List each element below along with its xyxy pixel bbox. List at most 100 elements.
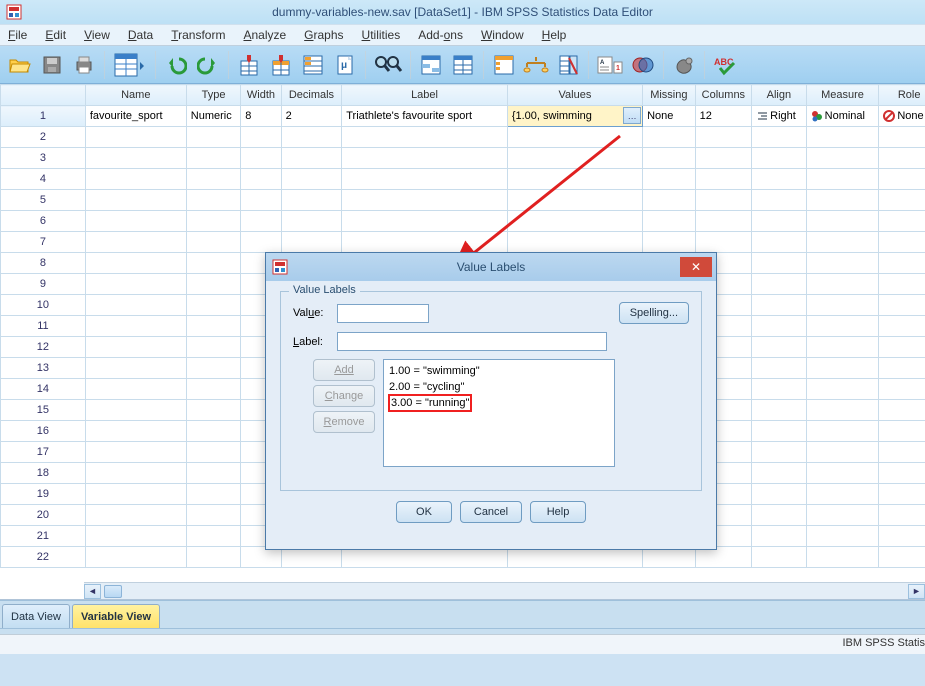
row-num[interactable]: 21 (1, 526, 86, 547)
empty-cell[interactable] (752, 148, 807, 169)
empty-cell[interactable] (806, 463, 879, 484)
row-num[interactable]: 20 (1, 505, 86, 526)
empty-cell[interactable] (752, 505, 807, 526)
empty-cell[interactable] (281, 190, 342, 211)
horizontal-scrollbar[interactable]: ◄ ► (84, 582, 925, 599)
split-file-button[interactable] (417, 50, 445, 80)
value-labels-list[interactable]: 1.00 = "swimming" 2.00 = "cycling" 3.00 … (383, 359, 615, 467)
col-missing[interactable]: Missing (643, 85, 696, 106)
list-item[interactable]: 1.00 = "swimming" (389, 363, 609, 379)
empty-cell[interactable] (186, 148, 241, 169)
show-labels-button[interactable]: A1 (595, 50, 625, 80)
empty-cell[interactable] (643, 232, 696, 253)
empty-cell[interactable] (643, 127, 696, 148)
menu-utilities[interactable]: Utilities (362, 28, 401, 42)
empty-cell[interactable] (186, 484, 241, 505)
row-num[interactable]: 22 (1, 547, 86, 568)
tab-variable-view[interactable]: Variable View (72, 604, 160, 628)
save-button[interactable] (38, 50, 66, 80)
menu-graphs[interactable]: Graphs (304, 28, 343, 42)
empty-cell[interactable] (186, 190, 241, 211)
row-num[interactable]: 7 (1, 232, 86, 253)
empty-cell[interactable] (507, 211, 642, 232)
empty-cell[interactable] (879, 358, 925, 379)
empty-cell[interactable] (507, 127, 642, 148)
empty-cell[interactable] (85, 190, 186, 211)
empty-cell[interactable] (752, 547, 807, 568)
empty-cell[interactable] (752, 190, 807, 211)
empty-cell[interactable] (342, 148, 508, 169)
empty-cell[interactable] (752, 169, 807, 190)
remove-button[interactable]: Remove (313, 411, 375, 433)
venn-button[interactable] (629, 50, 657, 80)
row-num[interactable]: 19 (1, 484, 86, 505)
empty-cell[interactable] (806, 526, 879, 547)
empty-cell[interactable] (507, 232, 642, 253)
table-row[interactable]: 4 (1, 169, 925, 190)
open-button[interactable] (6, 50, 34, 80)
empty-cell[interactable] (85, 358, 186, 379)
empty-cell[interactable] (186, 295, 241, 316)
empty-cell[interactable] (643, 211, 696, 232)
empty-cell[interactable] (85, 442, 186, 463)
list-item[interactable]: 3.00 = "running" (389, 395, 609, 411)
empty-cell[interactable] (281, 148, 342, 169)
empty-cell[interactable] (695, 211, 752, 232)
empty-cell[interactable] (85, 484, 186, 505)
row-num[interactable]: 2 (1, 127, 86, 148)
cell-values[interactable]: {1.00, swimming … (507, 106, 642, 127)
empty-cell[interactable] (879, 337, 925, 358)
empty-cell[interactable] (806, 547, 879, 568)
col-values[interactable]: Values (507, 85, 642, 106)
empty-cell[interactable] (342, 211, 508, 232)
empty-cell[interactable] (186, 526, 241, 547)
empty-cell[interactable] (806, 421, 879, 442)
empty-cell[interactable] (879, 190, 925, 211)
empty-cell[interactable] (241, 190, 281, 211)
empty-cell[interactable] (342, 169, 508, 190)
empty-cell[interactable] (186, 337, 241, 358)
empty-cell[interactable] (752, 526, 807, 547)
empty-cell[interactable] (507, 190, 642, 211)
cell-type[interactable]: Numeric (186, 106, 241, 127)
goto-variable-button[interactable] (267, 50, 295, 80)
empty-cell[interactable] (806, 211, 879, 232)
find-button[interactable] (372, 50, 404, 80)
empty-cell[interactable] (85, 148, 186, 169)
print-button[interactable] (70, 50, 98, 80)
empty-cell[interactable] (695, 169, 752, 190)
empty-cell[interactable] (879, 295, 925, 316)
empty-cell[interactable] (752, 337, 807, 358)
run-script-button[interactable]: μ (331, 50, 359, 80)
empty-cell[interactable] (752, 316, 807, 337)
menu-help[interactable]: Help (542, 28, 567, 42)
empty-cell[interactable] (879, 547, 925, 568)
table-row[interactable]: 2 (1, 127, 925, 148)
menu-window[interactable]: Window (481, 28, 524, 42)
table-row[interactable]: 3 (1, 148, 925, 169)
cell-measure[interactable]: Nominal (806, 106, 879, 127)
empty-cell[interactable] (186, 169, 241, 190)
recent-dialogs-button[interactable] (111, 50, 149, 80)
undo-button[interactable] (162, 50, 190, 80)
empty-cell[interactable] (186, 463, 241, 484)
change-button[interactable]: Change (313, 385, 375, 407)
empty-cell[interactable] (752, 484, 807, 505)
list-item[interactable]: 2.00 = "cycling" (389, 379, 609, 395)
tab-data-view[interactable]: Data View (2, 604, 70, 628)
menu-analyze[interactable]: Analyze (243, 28, 286, 42)
empty-cell[interactable] (752, 400, 807, 421)
empty-cell[interactable] (342, 127, 508, 148)
empty-cell[interactable] (806, 127, 879, 148)
col-name[interactable]: Name (85, 85, 186, 106)
empty-cell[interactable] (186, 400, 241, 421)
empty-cell[interactable] (85, 547, 186, 568)
empty-cell[interactable] (85, 211, 186, 232)
value-field[interactable] (337, 304, 429, 323)
empty-cell[interactable] (85, 400, 186, 421)
menu-addons[interactable]: Add-ons (418, 28, 463, 42)
col-measure[interactable]: Measure (806, 85, 879, 106)
empty-cell[interactable] (879, 400, 925, 421)
cell-label[interactable]: Triathlete's favourite sport (342, 106, 508, 127)
empty-cell[interactable] (879, 169, 925, 190)
